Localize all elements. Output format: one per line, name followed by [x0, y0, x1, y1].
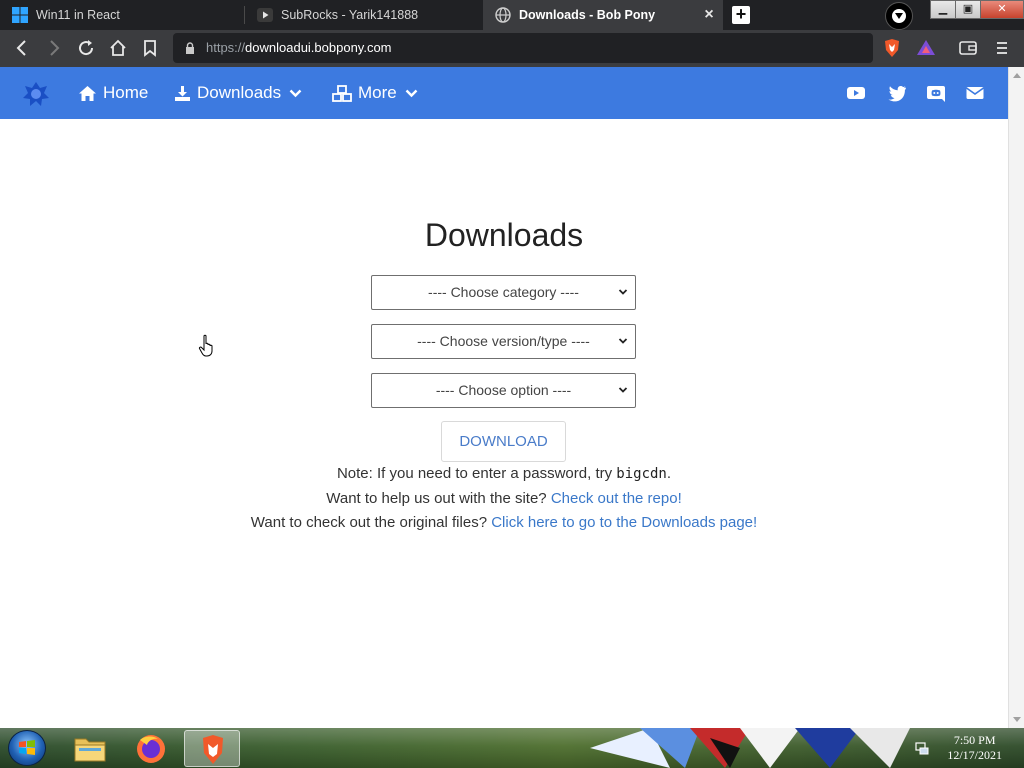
url-text: https://downloadui.bobpony.com [206, 40, 392, 55]
brave-icon [203, 735, 223, 764]
close-tab-icon[interactable]: × [701, 7, 717, 23]
hand-cursor-icon [198, 334, 213, 357]
tab-subrocks[interactable]: SubRocks - Yarik141888 [245, 0, 482, 30]
firefox-icon [137, 735, 165, 763]
minimize-button[interactable]: ▁ [930, 0, 956, 19]
close-window-button[interactable]: ✕ [980, 0, 1024, 19]
files-text: Want to check out the original files? [250, 514, 492, 531]
help-text: Want to help us out with the site? [326, 490, 551, 507]
taskbar: 7:50 PM 12/17/2021 [0, 728, 1024, 768]
page-content: Downloads ---- Choose category ---- ----… [0, 119, 1008, 728]
note-suffix: . [666, 465, 672, 482]
network-icon[interactable] [914, 740, 930, 756]
page-title: Downloads [424, 217, 584, 253]
scroll-up-icon[interactable] [1013, 73, 1021, 78]
download-icon [175, 85, 190, 101]
video-play-icon [257, 8, 273, 22]
mail-icon[interactable] [965, 83, 985, 103]
version-select[interactable]: ---- Choose version/type ---- [371, 324, 636, 359]
repo-link[interactable]: Check out the repo! [551, 490, 682, 507]
tab-downloads-bob-pony[interactable]: Downloads - Bob Pony × [483, 0, 723, 30]
start-button[interactable] [8, 730, 46, 766]
tab-title: Downloads - Bob Pony [519, 8, 656, 22]
window-controls: ▁ ▣ ✕ [930, 0, 1024, 20]
browser-toolbar: https://downloadui.bobpony.com [0, 30, 1024, 67]
back-icon[interactable] [12, 38, 32, 58]
help-note: Want to help us out with the site? Check… [0, 490, 1008, 507]
downloads-page-link[interactable]: Click here to go to the Downloads page! [491, 514, 757, 531]
taskbar-brave[interactable] [184, 730, 240, 767]
home-icon[interactable] [108, 38, 128, 58]
version-select-value: ---- Choose version/type ---- [417, 333, 590, 349]
files-note: Want to check out the original files? Cl… [0, 514, 1008, 531]
category-select-value: ---- Choose category ---- [428, 284, 579, 300]
brave-rewards-icon[interactable] [915, 37, 937, 59]
maximize-button[interactable]: ▣ [955, 0, 981, 19]
tab-win11-in-react[interactable]: Win11 in React [0, 0, 244, 30]
option-select-value: ---- Choose option ---- [435, 382, 572, 398]
clock[interactable]: 7:50 PM 12/17/2021 [947, 733, 1002, 763]
system-tray: 7:50 PM 12/17/2021 [904, 728, 1024, 768]
chevron-down-icon [618, 338, 628, 344]
lock-icon[interactable] [185, 42, 195, 54]
windows-explorer-icon [74, 738, 106, 762]
tab-title: Win11 in React [36, 8, 120, 22]
brave-downloads-icon[interactable] [885, 2, 913, 30]
screen: Win11 in React SubRocks - Yarik141888 Do… [0, 0, 1024, 768]
forward-icon[interactable] [44, 38, 64, 58]
nav-more-dropdown[interactable]: More [332, 67, 418, 119]
nav-downloads-dropdown[interactable]: Downloads [174, 67, 302, 119]
windows-logo-icon [12, 7, 28, 23]
bookmark-icon[interactable] [140, 38, 160, 58]
reload-icon[interactable] [76, 38, 96, 58]
wallet-icon[interactable] [957, 37, 979, 59]
password-code: bigcdn [616, 466, 667, 482]
taskbar-firefox[interactable] [123, 730, 179, 767]
category-select[interactable]: ---- Choose category ---- [371, 275, 636, 310]
twitter-icon[interactable] [887, 83, 907, 103]
scroll-down-icon[interactable] [1013, 717, 1021, 722]
brave-shields-icon[interactable] [881, 37, 903, 59]
option-select[interactable]: ---- Choose option ---- [371, 373, 636, 408]
new-tab-button[interactable]: + [732, 5, 750, 24]
chevron-down-icon [405, 89, 418, 97]
clock-time: 7:50 PM [953, 733, 996, 747]
chevron-down-icon [618, 387, 628, 393]
password-note: Note: If you need to enter a password, t… [0, 465, 1008, 482]
bobpony-logo-icon[interactable] [22, 80, 50, 108]
chevron-down-icon [289, 89, 302, 97]
globe-icon [495, 7, 511, 23]
home-icon [79, 85, 96, 101]
cubes-icon [332, 84, 352, 102]
page-scrollbar[interactable] [1008, 67, 1024, 728]
address-bar[interactable]: https://downloadui.bobpony.com [173, 33, 873, 63]
taskbar-explorer[interactable] [62, 730, 118, 767]
nav-more-label: More [358, 83, 397, 102]
nav-downloads-label: Downloads [197, 83, 282, 102]
windows-orb-icon [19, 740, 35, 755]
discord-icon[interactable] [926, 83, 946, 103]
clock-date: 12/17/2021 [947, 748, 1002, 762]
tab-strip: Win11 in React SubRocks - Yarik141888 Do… [0, 0, 1024, 30]
wallpaper-art [590, 728, 910, 768]
note-prefix: Note: If you need to enter a password, t… [336, 465, 617, 482]
nav-home[interactable]: Home [78, 67, 148, 119]
menu-icon[interactable] [991, 37, 1013, 59]
url-scheme: https:// [206, 40, 246, 55]
nav-home-label: Home [103, 83, 149, 102]
site-navbar: Home Downloads More [0, 67, 1008, 119]
url-host: downloadui.bobpony.com [245, 40, 392, 55]
download-button[interactable]: DOWNLOAD [441, 421, 566, 462]
chevron-down-icon [618, 289, 628, 295]
tab-title: SubRocks - Yarik141888 [281, 8, 419, 22]
youtube-icon[interactable] [846, 83, 866, 103]
